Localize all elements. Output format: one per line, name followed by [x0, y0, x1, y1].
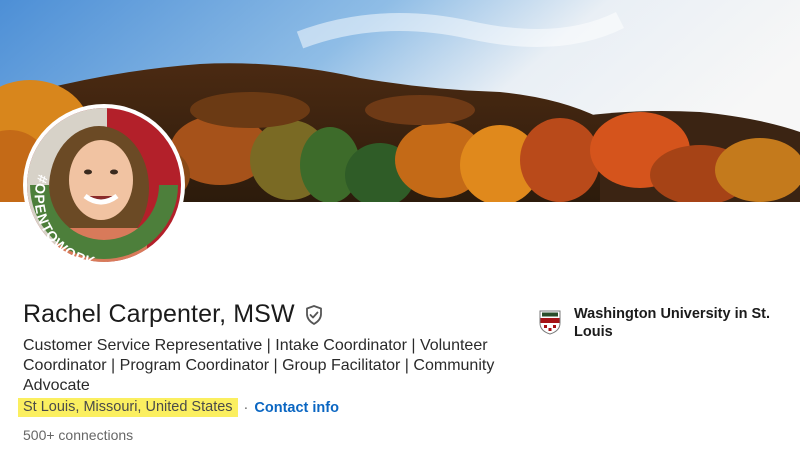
university-name: Washington University in St. Louis — [574, 306, 771, 340]
profile-photo — [27, 108, 181, 262]
university-shield-icon — [538, 309, 562, 335]
profile-name: Rachel Carpenter, MSW — [23, 300, 295, 328]
profile-card: #OPENTOWORK Rachel Carpenter, MSW Custom… — [0, 0, 800, 454]
shield-check-icon[interactable] — [303, 304, 325, 326]
profile-avatar[interactable]: #OPENTOWORK — [23, 104, 185, 266]
profile-headline: Customer Service Representative | Intake… — [23, 337, 495, 394]
name-row: Rachel Carpenter, MSW — [23, 300, 325, 329]
profile-location: St Louis, Missouri, United States — [18, 398, 238, 417]
location-row: St Louis, Missouri, United States · Cont… — [18, 398, 339, 417]
contact-info-link[interactable]: Contact info — [254, 400, 339, 416]
separator-dot: · — [243, 399, 249, 416]
connections-count[interactable]: 500+ connections — [23, 427, 133, 443]
education-entry[interactable]: Washington University in St. Louis — [538, 305, 774, 341]
